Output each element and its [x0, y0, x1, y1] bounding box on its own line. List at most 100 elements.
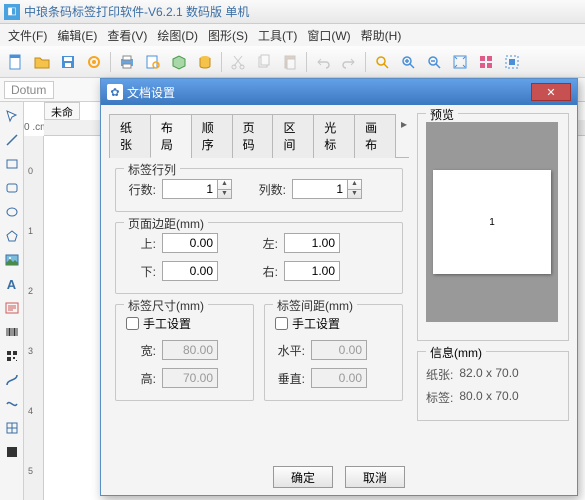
menu-tool[interactable]: 工具(T) — [254, 25, 301, 46]
box-icon[interactable] — [167, 50, 191, 74]
info-label-value: 80.0 x 70.0 — [459, 389, 518, 406]
menu-help[interactable]: 帮助(H) — [357, 25, 406, 46]
menu-file[interactable]: 文件(F) — [4, 25, 51, 46]
rows-spinner[interactable]: ▲▼ — [218, 179, 232, 199]
margin-left-input[interactable] — [284, 233, 340, 253]
zoom-in-icon[interactable] — [396, 50, 420, 74]
menu-draw[interactable]: 绘图(D) — [153, 25, 202, 46]
ruler-vertical: 0 1 2 3 4 5 — [24, 136, 44, 500]
path-tool-icon[interactable] — [2, 370, 22, 390]
tab-order[interactable]: 顺序 — [191, 114, 233, 158]
info-title: 信息(mm) — [426, 344, 486, 361]
tab-layout[interactable]: 布局 — [150, 114, 192, 158]
document-settings-dialog: ✿ 文档设置 ✕ 纸张 布局 顺序 页码 区间 光标 画布 ▸ 标签行列 行 — [100, 78, 578, 496]
tab-canvas[interactable]: 画布 — [354, 114, 396, 158]
preview-canvas: 1 — [426, 122, 558, 322]
redo-icon[interactable] — [337, 50, 361, 74]
dialog-titlebar[interactable]: ✿ 文档设置 ✕ — [101, 79, 577, 105]
font-select[interactable]: Dotum — [4, 81, 54, 99]
dialog-title: 文档设置 — [127, 84, 175, 101]
menu-bar: 文件(F) 编辑(E) 查看(V) 绘图(D) 图形(S) 工具(T) 窗口(W… — [0, 24, 585, 46]
info-panel: 信息(mm) 纸张: 82.0 x 70.0 标签: 80.0 x 70.0 — [417, 351, 569, 421]
grid2-tool-icon[interactable] — [2, 418, 22, 438]
gear-icon: ✿ — [107, 84, 123, 100]
group-title: 页面边距(mm) — [124, 215, 208, 232]
menu-view[interactable]: 查看(V) — [103, 25, 151, 46]
app-icon: ◧ — [4, 4, 20, 20]
qrcode-tool-icon[interactable] — [2, 346, 22, 366]
margin-right-label: 右: — [248, 263, 278, 280]
preview-page: 1 — [433, 170, 551, 274]
zoom-out-icon[interactable] — [422, 50, 446, 74]
fill-tool-icon[interactable] — [2, 442, 22, 462]
select-all-icon[interactable] — [500, 50, 524, 74]
info-label-label: 标签: — [426, 389, 453, 406]
tab-cursor[interactable]: 光标 — [313, 114, 355, 158]
pointer-tool-icon[interactable] — [2, 106, 22, 126]
tab-overflow-icon[interactable]: ▸ — [399, 113, 409, 157]
cols-input[interactable] — [292, 179, 348, 199]
open-icon[interactable] — [30, 50, 54, 74]
menu-window[interactable]: 窗口(W) — [303, 25, 354, 46]
preview-page-number: 1 — [489, 217, 495, 228]
line-tool-icon[interactable] — [2, 130, 22, 150]
tab-content-layout: 标签行列 行数: ▲▼ 列数: ▲▼ — [109, 158, 409, 421]
paste-icon[interactable] — [278, 50, 302, 74]
preview-title: 预览 — [426, 106, 458, 123]
rows-input[interactable] — [162, 179, 218, 199]
cut-icon[interactable] — [226, 50, 250, 74]
margin-top-input[interactable] — [162, 233, 218, 253]
gap-manual-checkbox[interactable]: 手工设置 — [275, 315, 340, 332]
image-tool-icon[interactable] — [2, 250, 22, 270]
group-title: 标签行列 — [124, 161, 180, 178]
menu-shape[interactable]: 图形(S) — [204, 25, 252, 46]
undo-icon[interactable] — [311, 50, 335, 74]
ok-button[interactable]: 确定 — [273, 466, 333, 488]
size-manual-checkbox[interactable]: 手工设置 — [126, 315, 191, 332]
polygon-tool-icon[interactable] — [2, 226, 22, 246]
print-preview-icon[interactable] — [141, 50, 165, 74]
margin-bottom-label: 下: — [126, 263, 156, 280]
document-tab[interactable]: 未命 — [44, 102, 80, 120]
copy-icon[interactable] — [252, 50, 276, 74]
rect-tool-icon[interactable] — [2, 154, 22, 174]
dialog-button-bar: 确定 取消 — [101, 459, 577, 495]
app-titlebar: ◧ 中琅条码标签打印软件-V6.2.1 数码版 单机 — [0, 0, 585, 24]
group-margin: 页面边距(mm) 上: 左: 下: 右: — [115, 222, 403, 294]
width-input — [162, 340, 218, 360]
menu-edit[interactable]: 编辑(E) — [53, 25, 101, 46]
left-toolbox: A — [0, 102, 24, 500]
tab-pagecode[interactable]: 页码 — [232, 114, 274, 158]
preview-panel: 预览 1 — [417, 113, 569, 341]
tab-paper[interactable]: 纸张 — [109, 114, 151, 158]
width-label: 宽: — [126, 342, 156, 359]
dialog-tabs: 纸张 布局 顺序 页码 区间 光标 画布 ▸ — [109, 113, 409, 158]
richtext-tool-icon[interactable] — [2, 298, 22, 318]
database-icon[interactable] — [193, 50, 217, 74]
fit-icon[interactable] — [448, 50, 472, 74]
height-input — [162, 368, 218, 388]
cols-spinner[interactable]: ▲▼ — [348, 179, 362, 199]
curve-tool-icon[interactable] — [2, 394, 22, 414]
ellipse-tool-icon[interactable] — [2, 202, 22, 222]
margin-left-label: 左: — [248, 235, 278, 252]
gap-v-label: 垂直: — [275, 370, 305, 387]
zoom-tool-icon[interactable] — [370, 50, 394, 74]
margin-top-label: 上: — [126, 235, 156, 252]
print-icon[interactable] — [115, 50, 139, 74]
app-title: 中琅条码标签打印软件-V6.2.1 数码版 单机 — [24, 3, 249, 20]
save-icon[interactable] — [56, 50, 80, 74]
tab-range[interactable]: 区间 — [272, 114, 314, 158]
barcode-tool-icon[interactable] — [2, 322, 22, 342]
grid-icon[interactable] — [474, 50, 498, 74]
new-doc-icon[interactable] — [4, 50, 28, 74]
margin-right-input[interactable] — [284, 261, 340, 281]
margin-bottom-input[interactable] — [162, 261, 218, 281]
separator — [221, 52, 222, 72]
gap-h-input — [311, 340, 367, 360]
cancel-button[interactable]: 取消 — [345, 466, 405, 488]
roundrect-tool-icon[interactable] — [2, 178, 22, 198]
settings-icon[interactable] — [82, 50, 106, 74]
close-button[interactable]: ✕ — [531, 83, 571, 101]
text-tool-icon[interactable]: A — [2, 274, 22, 294]
